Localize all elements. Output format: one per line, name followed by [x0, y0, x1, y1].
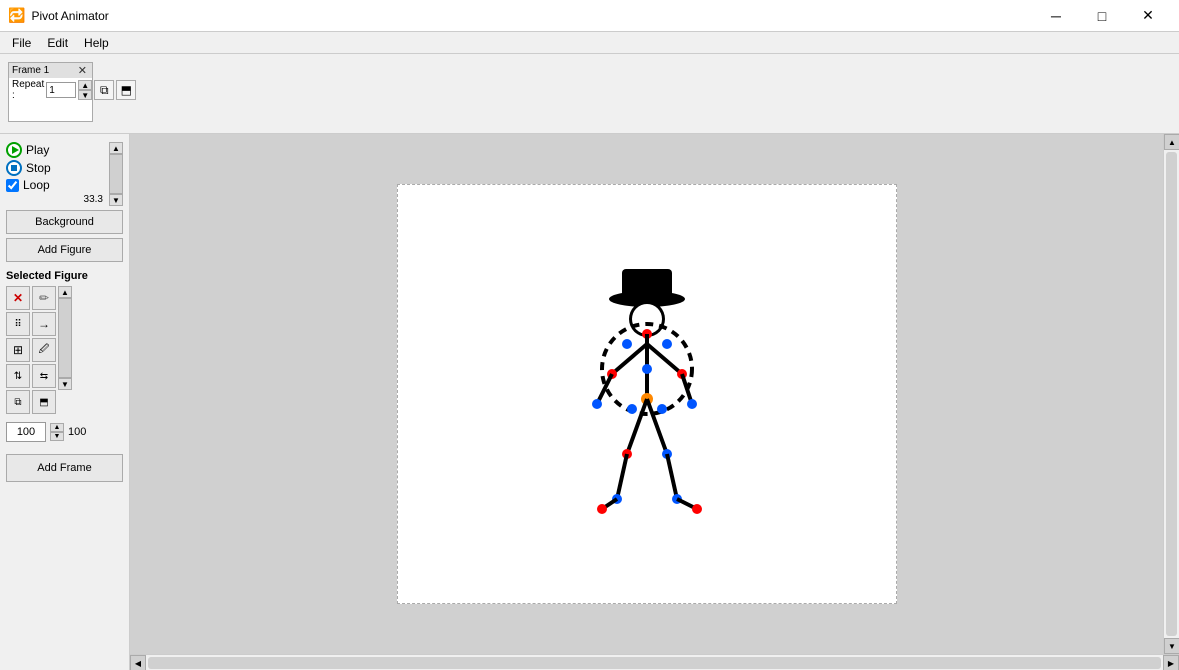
paste-figure-button[interactable]: ⬒: [32, 390, 56, 414]
grid-button[interactable]: ⊞: [6, 338, 30, 362]
play-icon: [12, 146, 19, 154]
frame-paste-button[interactable]: ⬒: [116, 80, 136, 100]
loop-label: Loop: [23, 178, 50, 192]
flip-vert-button[interactable]: ⇅: [6, 364, 30, 388]
repeat-label: Repeat :: [12, 79, 44, 101]
canvas-wrapper: ▲ ▼ ◀ ▶: [130, 134, 1179, 670]
frame-close-button[interactable]: ✕: [76, 64, 89, 77]
copy-figure-button[interactable]: ⧉: [6, 390, 30, 414]
frame-strip: Frame 1 ✕ Repeat : 1 ▲ ▼ ⧉ ⬒: [0, 54, 1179, 134]
playback-scroll-down[interactable]: ▼: [109, 194, 123, 206]
titlebar-controls: ─ □ ✕: [1033, 0, 1171, 32]
figure-scroll-down[interactable]: ▼: [58, 378, 72, 390]
hscroll-left-button[interactable]: ◀: [130, 655, 146, 670]
stop-label: Stop: [26, 161, 51, 175]
titlebar-left: 🔁 Pivot Animator: [8, 7, 109, 24]
repeat-number: 1: [49, 85, 55, 96]
loop-checkbox[interactable]: [6, 179, 19, 192]
figure-scroll-up[interactable]: ▲: [58, 286, 72, 298]
frame-1-thumbnail: Frame 1 ✕ Repeat : 1 ▲ ▼ ⧉ ⬒: [8, 62, 93, 122]
menu-edit[interactable]: Edit: [39, 34, 76, 52]
selected-figure-label: Selected Figure: [6, 270, 123, 282]
drawing-canvas[interactable]: [397, 184, 897, 604]
repeat-value: 1: [46, 82, 76, 98]
app-title: Pivot Animator: [31, 9, 108, 23]
frame-title: Frame 1: [12, 65, 49, 76]
app-icon: 🔁: [8, 7, 25, 24]
eyedrop-button[interactable]: 🖉: [32, 338, 56, 362]
size-spinner: ▲ ▼: [50, 423, 64, 441]
repeat-up-button[interactable]: ▲: [78, 80, 92, 90]
playback-section: Play Stop Loop: [6, 142, 123, 206]
size-max-label: 100: [68, 426, 86, 438]
left-panel: Play Stop Loop: [0, 134, 130, 670]
stop-button[interactable]: [6, 160, 22, 176]
multi-figure-button[interactable]: ⠿: [6, 312, 30, 336]
stick-figure[interactable]: [567, 244, 727, 544]
menu-help[interactable]: Help: [76, 34, 117, 52]
frame-label: Frame 1 ✕: [9, 63, 92, 78]
playback-scroll-up[interactable]: ▲: [109, 142, 123, 154]
play-row: Play: [6, 142, 107, 158]
size-input[interactable]: [6, 422, 46, 442]
hscroll-thumb[interactable]: [148, 657, 1161, 669]
vertical-scrollbar[interactable]: ▲ ▼: [1163, 134, 1179, 654]
vscroll-thumb[interactable]: [1166, 152, 1177, 636]
close-button[interactable]: ✕: [1125, 0, 1171, 32]
menu-file[interactable]: File: [4, 34, 39, 52]
horizontal-scrollbar[interactable]: ◀ ▶: [130, 654, 1179, 670]
frame-repeat-row: Repeat : 1 ▲ ▼ ⧉ ⬒: [9, 78, 92, 102]
play-label: Play: [26, 143, 49, 157]
maximize-button[interactable]: □: [1079, 0, 1125, 32]
flip-horiz-button[interactable]: ⇆: [32, 364, 56, 388]
fps-display: 33.3: [6, 194, 107, 205]
size-down-button[interactable]: ▼: [50, 432, 64, 441]
background-button[interactable]: Background: [6, 210, 123, 234]
loop-row: Loop: [6, 178, 107, 192]
canvas-inner: ▲ ▼: [130, 134, 1179, 654]
fps-value: 33.3: [84, 194, 103, 205]
vscroll-up-button[interactable]: ▲: [1164, 134, 1179, 150]
vscroll-down-button[interactable]: ▼: [1164, 638, 1179, 654]
add-frame-button[interactable]: Add Frame: [6, 454, 123, 482]
size-up-button[interactable]: ▲: [50, 423, 64, 432]
minimize-button[interactable]: ─: [1033, 0, 1079, 32]
canvas-scroll-area[interactable]: [130, 134, 1163, 654]
content: Play Stop Loop: [0, 134, 1179, 670]
stop-icon: [11, 165, 17, 171]
main: Frame 1 ✕ Repeat : 1 ▲ ▼ ⧉ ⬒: [0, 54, 1179, 670]
add-figure-button[interactable]: Add Figure: [6, 238, 123, 262]
delete-figure-button[interactable]: ✕: [6, 286, 30, 310]
repeat-spinner: ▲ ▼: [78, 80, 92, 100]
menubar: File Edit Help: [0, 32, 1179, 54]
repeat-down-button[interactable]: ▼: [78, 90, 92, 100]
edit-figure-button[interactable]: ✏: [32, 286, 56, 310]
hscroll-right-button[interactable]: ▶: [1163, 655, 1179, 670]
play-button[interactable]: [6, 142, 22, 158]
stop-row: Stop: [6, 160, 107, 176]
titlebar: 🔁 Pivot Animator ─ □ ✕: [0, 0, 1179, 32]
arrow-button[interactable]: →: [32, 312, 56, 336]
frame-copy-button[interactable]: ⧉: [94, 80, 114, 100]
size-section: ▲ ▼ 100: [6, 422, 123, 442]
